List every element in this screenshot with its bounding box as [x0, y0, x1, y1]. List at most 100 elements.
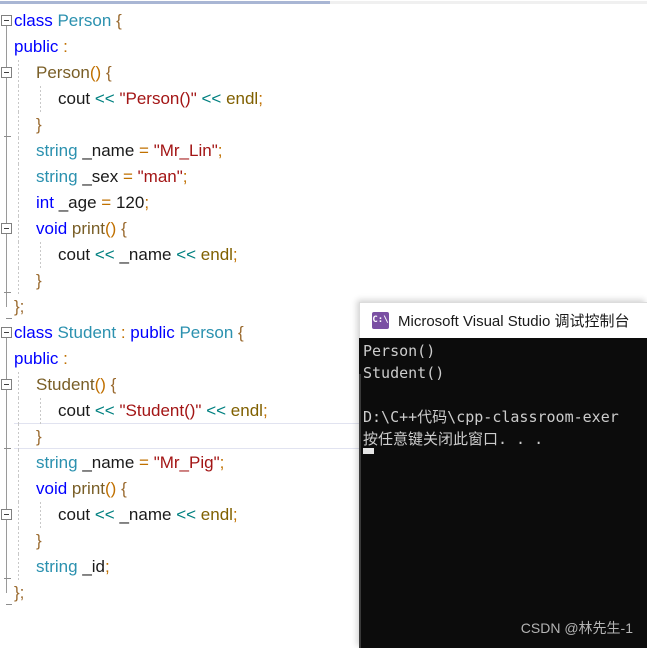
indent-guide [18, 268, 19, 294]
fold-region-line [6, 331, 7, 593]
code-token: Person [179, 323, 234, 342]
code-token: ; [144, 193, 150, 212]
code-line[interactable]: string _name = "Mr_Lin"; [36, 138, 222, 164]
console-window[interactable]: C:\ Microsoft Visual Studio 调试控制台 Person… [359, 302, 647, 648]
code-token: << [176, 245, 197, 264]
code-line[interactable]: string _id; [36, 554, 110, 580]
code-token: Person [57, 11, 112, 30]
watermark: CSDN @林先生-1 [520, 620, 633, 636]
code-line[interactable]: cout << _name << endl; [58, 242, 238, 268]
code-token: string [36, 557, 78, 576]
fold-toggle-icon[interactable] [1, 223, 12, 234]
fold-toggle-icon[interactable] [1, 379, 12, 390]
code-line[interactable]: int _age = 120; [36, 190, 149, 216]
code-token: << [176, 505, 197, 524]
editor-gutter[interactable] [0, 5, 14, 648]
code-line[interactable]: string _sex = "man"; [36, 164, 188, 190]
code-token: int [36, 193, 54, 212]
fold-toggle-icon[interactable] [1, 15, 12, 26]
fold-region-line [6, 19, 7, 307]
code-line[interactable]: void print() { [36, 476, 127, 502]
indent-guide [18, 528, 19, 554]
indent-guide [18, 138, 19, 164]
code-token: class [14, 11, 53, 30]
fold-toggle-icon[interactable] [1, 67, 12, 78]
code-token: Student [57, 323, 117, 342]
code-line[interactable]: Person() { [36, 60, 112, 86]
code-line[interactable]: } [36, 268, 42, 294]
code-token: endl [200, 505, 233, 524]
fold-toggle-icon[interactable] [1, 509, 12, 520]
code-token: ; [182, 167, 188, 186]
code-token: () [94, 375, 106, 394]
code-token: : [58, 37, 68, 56]
code-token: string [36, 167, 78, 186]
code-token: ; [258, 89, 263, 108]
code-token: << [94, 89, 115, 108]
code-line[interactable]: } [36, 112, 42, 138]
indent-guide [18, 398, 19, 424]
code-token: } [36, 531, 42, 550]
code-line[interactable]: }; [14, 580, 24, 606]
code-token: cout [58, 505, 91, 524]
code-token: ; [105, 557, 110, 576]
fold-end-tick [4, 578, 11, 579]
code-line[interactable]: cout << _name << endl; [58, 502, 238, 528]
code-line[interactable]: cout << "Person()" << endl; [58, 86, 263, 112]
code-token: { [116, 11, 122, 30]
code-line[interactable]: Student() { [36, 372, 116, 398]
code-token: ; [232, 505, 238, 524]
fold-end-tick [4, 448, 11, 449]
code-token: = [139, 141, 149, 160]
code-line[interactable]: public : [14, 34, 68, 60]
code-line[interactable]: class Person { [14, 8, 122, 34]
console-cursor [363, 448, 374, 454]
code-line[interactable]: class Student : public Person { [14, 320, 244, 346]
code-token: "Person()" [119, 89, 197, 108]
indent-guide [18, 476, 19, 502]
code-line[interactable]: void print() { [36, 216, 127, 242]
code-line[interactable]: } [36, 528, 42, 554]
code-line[interactable]: public : [14, 346, 68, 372]
code-token: () [105, 479, 117, 498]
code-token: = [139, 453, 149, 472]
code-token: cout [58, 401, 91, 420]
indent-guide [18, 164, 19, 190]
console-window-title: Microsoft Visual Studio 调试控制台 [398, 313, 630, 330]
code-token: public [14, 37, 59, 56]
code-token: Student [36, 375, 95, 394]
code-token: ; [262, 401, 268, 420]
code-token: { [105, 63, 112, 82]
code-token: _id [82, 557, 105, 576]
code-token: ; [219, 453, 225, 472]
code-token: }; [14, 583, 25, 602]
code-token: void [36, 479, 68, 498]
indent-guide [18, 554, 19, 580]
indent-guide [40, 502, 41, 528]
code-token: } [36, 427, 42, 446]
code-line[interactable]: } [36, 424, 42, 450]
indent-guide [40, 86, 41, 112]
code-token: { [110, 375, 117, 394]
console-app-icon: C:\ [372, 312, 389, 329]
scrollbar-thumb[interactable] [0, 1, 330, 4]
code-token: string [36, 453, 78, 472]
fold-toggle-icon[interactable] [1, 327, 12, 338]
code-token: = [122, 167, 133, 186]
code-token: << [94, 505, 115, 524]
indent-guide [18, 190, 19, 216]
indent-guide [18, 242, 19, 268]
code-line[interactable]: cout << "Student()" << endl; [58, 398, 268, 424]
code-token: "Mr_Lin" [153, 141, 218, 160]
console-titlebar[interactable]: C:\ Microsoft Visual Studio 调试控制台 [359, 302, 647, 338]
indent-guide [18, 450, 19, 476]
code-line[interactable]: string _name = "Mr_Pig"; [36, 450, 224, 476]
code-line[interactable]: }; [14, 294, 24, 320]
indent-guide [40, 242, 41, 268]
fold-end-tick [4, 136, 11, 137]
console-output-area[interactable]: Person() Student() D:\C++代码\cpp-classroom-… [359, 338, 647, 648]
code-token: _name [82, 453, 135, 472]
console-output-line: Person() [363, 342, 436, 360]
code-token: _name [119, 245, 172, 264]
code-token: 120 [115, 193, 145, 212]
